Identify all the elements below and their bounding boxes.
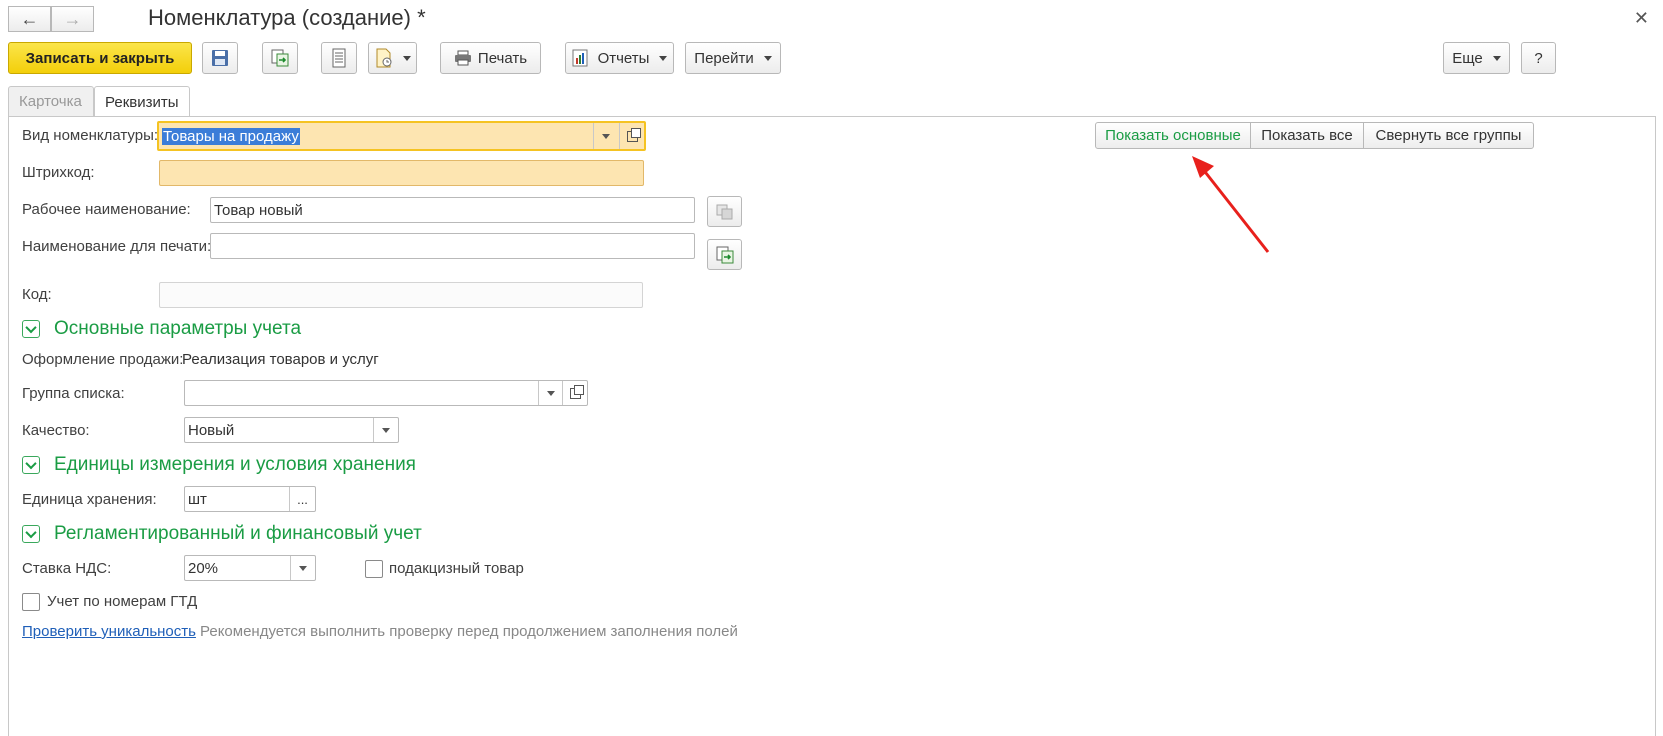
floppy-icon <box>212 50 228 66</box>
excise-checkbox[interactable] <box>365 560 383 578</box>
back-button[interactable]: ← <box>8 6 51 32</box>
list-group-dropdown[interactable] <box>538 381 563 405</box>
quality-label: Качество: <box>22 422 90 439</box>
post-button[interactable] <box>262 42 298 74</box>
chevron-down-icon <box>659 55 668 61</box>
chevron-down-icon <box>299 565 307 571</box>
annotation-arrow <box>1192 156 1270 253</box>
quality-dropdown[interactable] <box>373 418 398 442</box>
printer-icon <box>454 50 471 66</box>
collapse-groups-button[interactable]: Свернуть все группы <box>1363 122 1534 149</box>
show-main-button[interactable]: Показать основные <box>1095 122 1251 149</box>
copy-icon <box>716 204 732 219</box>
copy-to-print-name-button[interactable] <box>707 239 742 270</box>
section-main-params-title: Основные параметры учета <box>54 318 302 339</box>
arrow-left-icon: ← <box>20 8 39 29</box>
sale-registration-label: Оформление продажи: <box>22 351 184 368</box>
tab-requisites[interactable]: Реквизиты <box>94 86 190 117</box>
open-window-icon <box>569 384 584 399</box>
chevron-down-icon <box>602 133 610 139</box>
sale-registration-value: Реализация товаров и услуг <box>182 351 379 368</box>
quality-value: Новый <box>188 421 235 439</box>
save-button[interactable] <box>202 42 238 74</box>
code-label: Код: <box>22 286 52 303</box>
arrow-right-icon: → <box>63 8 82 29</box>
close-icon[interactable]: ✕ <box>1634 8 1649 29</box>
list-group-label: Группа списка: <box>22 385 125 402</box>
chevron-down-icon <box>1492 55 1501 61</box>
copy-document-icon <box>716 246 733 263</box>
vat-dropdown[interactable] <box>290 556 315 580</box>
reports-button[interactable]: Отчеты <box>565 42 674 74</box>
quality-field[interactable]: Новый <box>184 417 399 443</box>
item-kind-field[interactable]: Товары на продажу <box>157 121 646 151</box>
more-button[interactable]: Еще <box>1443 42 1510 74</box>
storage-unit-picker-button[interactable]: ... <box>289 487 315 511</box>
goto-label: Перейти <box>694 49 754 67</box>
copy-name-button[interactable] <box>707 196 742 227</box>
copy-document-icon <box>271 49 289 67</box>
vat-value: 20% <box>188 559 219 577</box>
item-kind-open[interactable] <box>619 123 644 149</box>
chevron-down-icon <box>763 55 772 61</box>
chevron-down-icon <box>402 55 411 61</box>
list-group-field[interactable] <box>184 380 588 406</box>
working-name-label: Рабочее наименование: <box>22 201 191 218</box>
item-kind-label: Вид номенклатуры: <box>22 127 159 144</box>
gtd-checkbox[interactable] <box>22 593 40 611</box>
collapse-chevron-icon <box>22 456 40 474</box>
item-kind-dropdown[interactable] <box>593 123 618 149</box>
code-field[interactable] <box>159 282 643 308</box>
report-chart-icon <box>572 49 588 67</box>
list-group-open[interactable] <box>562 381 587 405</box>
tab-card[interactable]: Карточка <box>8 86 94 116</box>
print-name-label: Наименование для печати: <box>22 238 212 255</box>
working-name-field[interactable]: Товар новый <box>210 197 695 223</box>
storage-unit-value: шт <box>188 490 207 508</box>
list-button[interactable] <box>321 42 357 74</box>
window-title: Номенклатура (создание) * <box>148 5 426 30</box>
save-and-close-button[interactable]: Записать и закрыть <box>8 42 192 74</box>
section-units[interactable]: Единицы измерения и условия хранения <box>22 454 416 476</box>
help-button[interactable]: ? <box>1521 42 1556 74</box>
reports-label: Отчеты <box>597 49 650 67</box>
storage-unit-field[interactable]: шт ... <box>184 486 316 512</box>
excise-label: подакцизный товар <box>389 560 524 577</box>
related-documents-button[interactable] <box>368 42 417 74</box>
section-regulated[interactable]: Регламентированный и финансовый учет <box>22 523 422 545</box>
gtd-label: Учет по номерам ГТД <box>47 593 198 610</box>
item-kind-value: Товары на продажу <box>162 127 300 145</box>
section-main-params[interactable]: Основные параметры учета <box>22 318 301 340</box>
more-label: Еще <box>1452 49 1483 67</box>
chevron-down-icon <box>547 390 555 396</box>
collapse-chevron-icon <box>22 525 40 543</box>
section-regulated-title: Регламентированный и финансовый учет <box>54 523 422 544</box>
barcode-label: Штрихкод: <box>22 164 95 181</box>
section-units-title: Единицы измерения и условия хранения <box>54 454 416 475</box>
print-button[interactable]: Печать <box>440 42 541 74</box>
vat-field[interactable]: 20% <box>184 555 316 581</box>
forward-button[interactable]: → <box>51 6 94 32</box>
list-icon <box>332 48 346 68</box>
show-all-button[interactable]: Показать все <box>1250 122 1364 149</box>
uniqueness-hint: Рекомендуется выполнить проверку перед п… <box>200 623 738 640</box>
collapse-chevron-icon <box>22 320 40 338</box>
print-name-field[interactable] <box>210 233 695 259</box>
open-window-icon <box>626 127 641 142</box>
vat-label: Ставка НДС: <box>22 560 112 577</box>
goto-button[interactable]: Перейти <box>685 42 781 74</box>
print-label: Печать <box>477 49 528 67</box>
check-uniqueness-link[interactable]: Проверить уникальность <box>22 623 196 640</box>
storage-unit-label: Единица хранения: <box>22 491 157 508</box>
document-clock-icon <box>376 48 391 68</box>
chevron-down-icon <box>382 427 390 433</box>
barcode-field[interactable] <box>159 160 644 186</box>
